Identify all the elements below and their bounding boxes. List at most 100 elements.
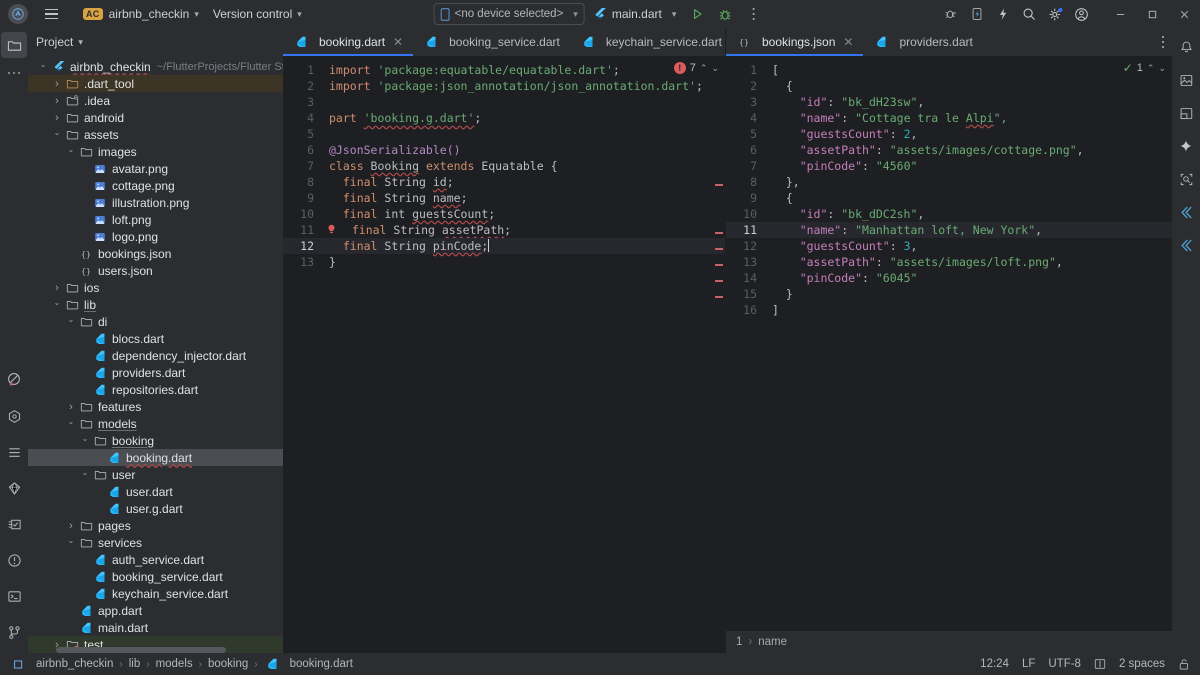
next-problem-icon[interactable]: ⌄	[1158, 60, 1166, 76]
notifications-bell-icon[interactable]	[1173, 34, 1199, 60]
code-line[interactable]: "guestsCount": 3,	[764, 238, 1172, 254]
tree-node--dart-tool[interactable]: › .dart_tool	[28, 75, 283, 92]
chevron-right-icon[interactable]: ›	[50, 78, 64, 90]
right-code-area[interactable]: 1 2 3 4 5 6 7 8 9 10 11 12 13 14 15 16 [ { "id": "bk_dH…	[726, 56, 1172, 631]
breadcrumb-item[interactable]: lib	[129, 658, 141, 670]
left-editor-tabs[interactable]: booking.dart ✕ booking_service.dart keychai…	[283, 28, 743, 56]
tree-node-booking[interactable]: ⌄ booking	[28, 432, 283, 449]
right-inspection-widget[interactable]: ✓ 1 ⌃ ⌄	[1123, 60, 1166, 76]
tree-node-auth-service-dart[interactable]: auth_service.dart	[28, 551, 283, 568]
hamburger-menu-icon[interactable]	[38, 3, 64, 25]
code-line[interactable]: }	[321, 254, 725, 270]
chevron-down-icon[interactable]: ⌄	[64, 417, 78, 430]
code-line[interactable]: }	[764, 286, 1172, 302]
json-breadcrumb-field[interactable]: name	[758, 636, 787, 648]
chevron-right-icon[interactable]: ›	[64, 520, 78, 532]
tab-close-icon[interactable]: ✕	[393, 35, 403, 49]
chevron-down-icon[interactable]: ⌄	[64, 536, 78, 549]
unlocked-icon[interactable]	[1178, 658, 1190, 671]
run-more-button[interactable]	[740, 2, 766, 26]
tab-keychain-service-dart[interactable]: keychain_service.dart	[570, 28, 732, 56]
tab-close-icon[interactable]: ✕	[843, 35, 853, 49]
chevron-right-icon[interactable]: ›	[64, 401, 78, 413]
code-line[interactable]: [	[764, 62, 1172, 78]
code-line[interactable]: "name": "Cottage tra le Alpi",	[764, 110, 1172, 126]
right-editor-tabs[interactable]: {} bookings.json ✕ providers.dart	[726, 28, 1172, 56]
tree-node-features[interactable]: › features	[28, 398, 283, 415]
tree-node-services[interactable]: ⌄ services	[28, 534, 283, 551]
indent-setting[interactable]: 2 spaces	[1119, 658, 1165, 670]
tree-node-users-json[interactable]: {} users.json	[28, 262, 283, 279]
flash-updates-icon[interactable]	[990, 2, 1016, 26]
tab-booking-dart[interactable]: booking.dart ✕	[283, 28, 414, 56]
tree-node-booking-dart[interactable]: booking.dart	[28, 449, 283, 466]
close-button[interactable]	[1168, 0, 1200, 28]
tree-node-user-dart[interactable]: user.dart	[28, 483, 283, 500]
code-line[interactable]: part 'booking.g.dart';	[321, 110, 725, 126]
tree-node-dependency-injector-dart[interactable]: dependency_injector.dart	[28, 347, 283, 364]
android-studio-logo-icon[interactable]	[8, 4, 28, 24]
tree-node-app-dart[interactable]: app.dart	[28, 602, 283, 619]
caret-position[interactable]: 12:24	[980, 658, 1009, 670]
code-line[interactable]: "id": "bk_dH23sw",	[764, 94, 1172, 110]
tree-node--idea[interactable]: › .idea	[28, 92, 283, 109]
dart-analysis-icon[interactable]	[1, 475, 27, 501]
chevron-down-icon[interactable]: ⌄	[50, 298, 64, 311]
tree-node-booking-service-dart[interactable]: booking_service.dart	[28, 568, 283, 585]
tree-horizontal-scrollbar[interactable]	[56, 647, 226, 653]
code-line[interactable]: final String pinCode;	[321, 238, 725, 254]
tree-node-avatar-png[interactable]: avatar.png	[28, 160, 283, 177]
todo-icon[interactable]	[1, 511, 27, 537]
code-line[interactable]: final String name;	[321, 190, 725, 206]
code-line[interactable]	[321, 94, 725, 110]
problems-icon[interactable]	[1, 547, 27, 573]
project-selector[interactable]: AC airbnb_checkin ▾	[76, 3, 206, 25]
user-account-icon[interactable]	[1068, 2, 1094, 26]
flutter-devtools-icon[interactable]	[1173, 232, 1199, 258]
chevron-down-icon[interactable]: ⌄	[50, 128, 64, 141]
code-line[interactable]: {	[764, 190, 1172, 206]
tree-node-repositories-dart[interactable]: repositories.dart	[28, 381, 283, 398]
code-line[interactable]: "assetPath": "assets/images/loft.png",	[764, 254, 1172, 270]
tree-node-android[interactable]: › android	[28, 109, 283, 126]
code-line[interactable]: final String id;	[321, 174, 725, 190]
run-configuration-selector[interactable]: main.dart ▾	[587, 3, 683, 25]
tree-node-cottage-png[interactable]: cottage.png	[28, 177, 283, 194]
version-control-branch-icon[interactable]	[1, 619, 27, 645]
breadcrumb-item[interactable]: booking.dart	[290, 658, 353, 670]
chevron-right-icon[interactable]: ›	[50, 112, 64, 124]
code-line[interactable]: import 'package:equatable/equatable.dart…	[321, 62, 725, 78]
tree-node-illustration-png[interactable]: illustration.png	[28, 194, 283, 211]
breadcrumb-item[interactable]: models	[156, 658, 193, 670]
right-tabs-more-button[interactable]	[1154, 28, 1173, 56]
tree-node-loft-png[interactable]: loft.png	[28, 211, 283, 228]
tree-node-di[interactable]: ⌄ di	[28, 313, 283, 330]
project-tree[interactable]: ⌄ airbnb_checkin ~/FlutterProjects/Flutter…	[28, 56, 283, 653]
tab-providers-dart[interactable]: providers.dart	[863, 28, 982, 56]
flutter-performance-icon[interactable]	[1173, 199, 1199, 225]
flutter-outline-icon[interactable]	[1, 403, 27, 429]
code-line[interactable]: ]	[764, 302, 1172, 318]
gemini-ai-icon[interactable]	[1173, 133, 1199, 159]
tree-node-logo-png[interactable]: logo.png	[28, 228, 283, 245]
tree-node-user[interactable]: ⌄ user	[28, 466, 283, 483]
breadcrumb[interactable]: airbnb_checkin › lib › models › booking › bookin…	[10, 658, 353, 670]
tree-node-user-g-dart[interactable]: user.g.dart	[28, 500, 283, 517]
file-encoding[interactable]: UTF-8	[1048, 658, 1081, 670]
debug-button[interactable]	[712, 2, 738, 26]
code-line[interactable]: import 'package:json_annotation/json_ann…	[321, 78, 725, 94]
tree-node-images[interactable]: ⌄ images	[28, 143, 283, 160]
tab-booking-service-dart[interactable]: booking_service.dart	[413, 28, 570, 56]
tree-node-pages[interactable]: › pages	[28, 517, 283, 534]
device-manager-bug-icon[interactable]	[938, 2, 964, 26]
chevron-down-icon[interactable]: ⌄	[78, 434, 92, 447]
code-line[interactable]: "id": "bk_dDC2sh",	[764, 206, 1172, 222]
tree-node-blocs-dart[interactable]: blocs.dart	[28, 330, 283, 347]
code-line[interactable]: {	[764, 78, 1172, 94]
version-control-menu[interactable]: Version control ▾	[206, 3, 309, 25]
tree-node-models[interactable]: ⌄ models	[28, 415, 283, 432]
code-line[interactable]: "pinCode": "4560"	[764, 158, 1172, 174]
breadcrumb-item[interactable]: booking	[208, 658, 248, 670]
flutter-inspector-icon[interactable]	[1, 367, 27, 393]
chevron-down-icon[interactable]: ⌄	[64, 145, 78, 158]
